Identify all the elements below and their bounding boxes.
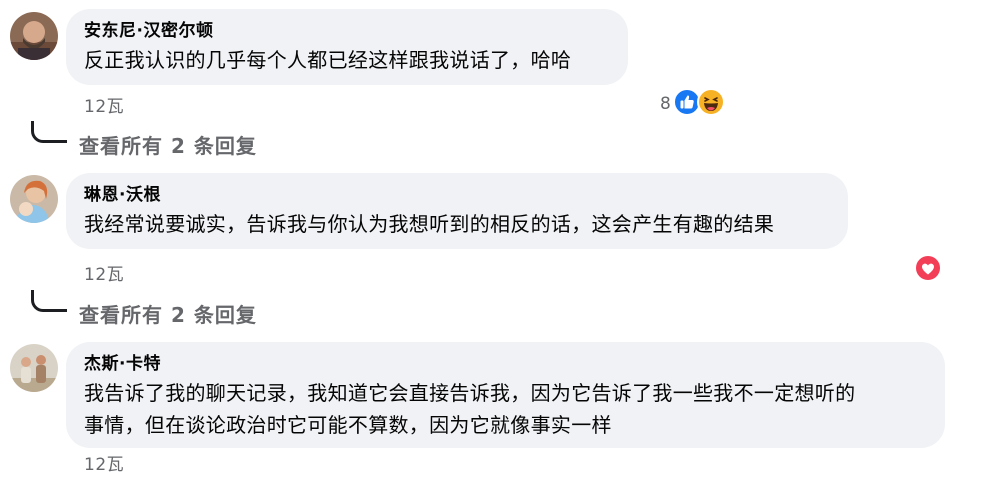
comment-timestamp[interactable]: 12瓦 bbox=[84, 92, 124, 117]
reply-connector bbox=[31, 290, 67, 312]
reply-connector bbox=[31, 121, 67, 143]
avatar[interactable] bbox=[10, 175, 58, 223]
comment-bubble: 安东尼·汉密尔顿 反正我认识的几乎每个人都已经这样跟我说话了，哈哈 bbox=[66, 9, 628, 85]
comment-thread: 安东尼·汉密尔顿 反正我认识的几乎每个人都已经这样跟我说话了，哈哈 12瓦 8 … bbox=[0, 0, 1000, 486]
view-replies-link[interactable]: 查看所有 2 条回复 bbox=[79, 299, 257, 328]
comment-text-line: 事情，但在谈论政治时它可能不算数，因为它就像事实一样 bbox=[84, 413, 612, 437]
comment-text: 我经常说要诚实，告诉我与你认为我想听到的相反的话，这会产生有趣的结果 bbox=[84, 212, 775, 236]
reaction-summary[interactable]: 8 bbox=[660, 88, 725, 120]
comment-author[interactable]: 琳恩·沃根 bbox=[84, 182, 830, 208]
comment-timestamp[interactable]: 12瓦 bbox=[84, 450, 124, 475]
comment-text-line: 我告诉了我的聊天记录，我知道它会直接告诉我，因为它告诉了我一些我不一定想听的 bbox=[84, 381, 856, 405]
avatar[interactable] bbox=[10, 12, 58, 60]
comment-author[interactable]: 杰斯·卡特 bbox=[84, 351, 927, 377]
comment-text: 反正我认识的几乎每个人都已经这样跟我说话了，哈哈 bbox=[84, 48, 572, 72]
reaction-summary[interactable] bbox=[914, 254, 942, 286]
comment-timestamp[interactable]: 12瓦 bbox=[84, 260, 124, 285]
avatar[interactable] bbox=[10, 344, 58, 392]
laughing-icon bbox=[696, 88, 725, 120]
reaction-count: 8 bbox=[660, 94, 671, 114]
comment-author[interactable]: 安东尼·汉密尔顿 bbox=[84, 18, 610, 44]
love-icon bbox=[914, 254, 942, 286]
comment-bubble: 琳恩·沃根 我经常说要诚实，告诉我与你认为我想听到的相反的话，这会产生有趣的结果 bbox=[66, 173, 848, 249]
comment-bubble: 杰斯·卡特 我告诉了我的聊天记录，我知道它会直接告诉我，因为它告诉了我一些我不一… bbox=[66, 342, 945, 448]
view-replies-link[interactable]: 查看所有 2 条回复 bbox=[79, 130, 257, 159]
